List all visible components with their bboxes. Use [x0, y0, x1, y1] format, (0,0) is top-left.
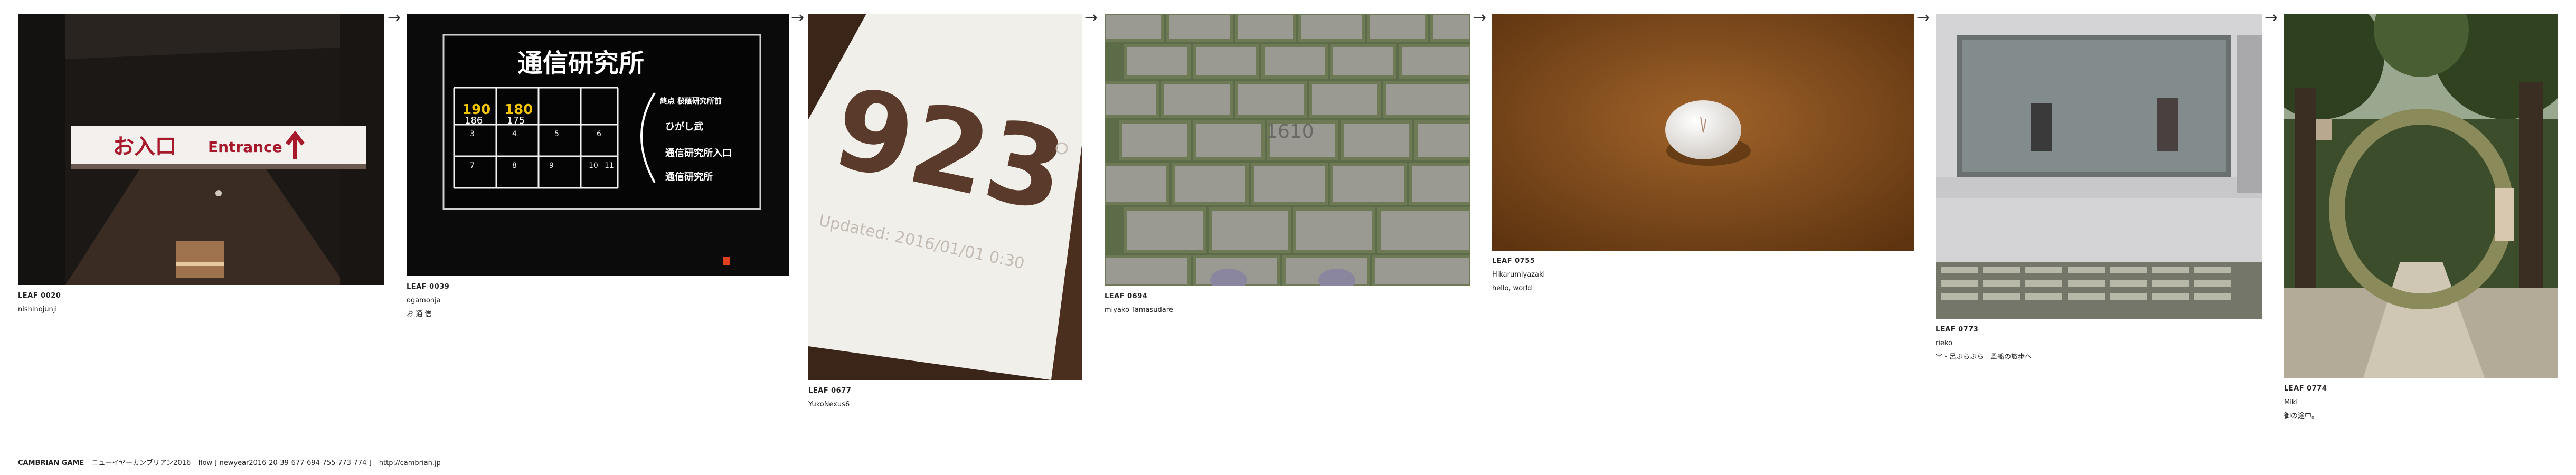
flow-arrow-icon: → — [791, 8, 805, 27]
leaf-author[interactable]: ogamonja — [407, 294, 449, 308]
flow-arrow-icon: → — [388, 8, 401, 27]
leaf-0039-time-4: 175 — [507, 115, 525, 126]
leaf-0039-station-3: 通信研究所入口 — [665, 147, 732, 159]
leaf-author[interactable]: YukoNexus6 — [808, 398, 851, 412]
leaf-message: お 通 信 — [407, 310, 432, 318]
leaf-author[interactable]: Hikarumiyazaki — [1492, 268, 1545, 282]
leaf-0039-board-title: 通信研究所 — [517, 49, 644, 78]
flow-arrow-icon: → — [1084, 8, 1098, 27]
leaf-id: LEAF 0677 — [808, 387, 852, 395]
leaf-id: LEAF 0694 — [1105, 292, 1148, 300]
footer: CAMBRIAN GAME ニューイヤーカンブリアン2016 flow [ ne… — [18, 457, 446, 467]
leaf-message: hello, world — [1492, 284, 1532, 292]
leaf-0039-station-4: 通信研究所 — [665, 171, 713, 183]
leaf-author[interactable]: nishinojunji — [18, 303, 61, 317]
leaf-0039-station-1: 終点 桜蔭研究所前 — [660, 97, 722, 106]
footer-flow: flow [ newyear2016-20-39-677-694-755-773… — [198, 459, 372, 467]
leaf-0694-photo[interactable]: 1610 — [1105, 14, 1470, 286]
leaf-0039-caption: LEAF 0039 ogamonja お 通 信 — [407, 280, 449, 321]
leaf-0039-num-5: 7 — [470, 162, 475, 170]
leaf-0039-num-7: 9 — [549, 162, 554, 170]
leaf-0773-photo[interactable] — [1936, 14, 2262, 319]
leaf-0755-caption: LEAF 0755 Hikarumiyazaki hello, world — [1492, 254, 1545, 296]
leaf-0039-station-2: ひがし武 — [665, 121, 703, 132]
leaf-author[interactable]: Miki — [2284, 396, 2327, 410]
leaf-author[interactable]: rieko — [1936, 337, 2032, 350]
leaf-0755-photo[interactable] — [1492, 14, 1914, 251]
leaf-0694-stone-number: 1610 — [1266, 121, 1314, 142]
leaf-0774-photo[interactable] — [2284, 14, 2558, 378]
leaf-0020-sign-en: Entrance — [208, 138, 282, 156]
leaf-0773-caption: LEAF 0773 rieko 字・呂ぶらぶら 風船の旅歩へ — [1936, 323, 2032, 364]
leaf-0039-num-6: 8 — [512, 162, 517, 170]
flow-arrow-icon: → — [1917, 8, 1930, 27]
leaf-0039-time-3: 186 — [465, 115, 483, 126]
flow-arrow-icon: → — [2264, 8, 2278, 27]
leaf-message: 字・呂ぶらぶら 風船の旅歩へ — [1936, 353, 2032, 361]
leaf-0020-caption: LEAF 0020 nishinojunji — [18, 289, 61, 317]
leaf-0039-num-1: 3 — [470, 130, 475, 138]
leaf-id: LEAF 0039 — [407, 283, 450, 291]
leaf-message: 御の途中。 — [2284, 412, 2319, 420]
leaf-id: LEAF 0774 — [2284, 385, 2327, 393]
leaf-author[interactable]: miyako Tamasudare — [1105, 303, 1173, 317]
leaf-0039-photo[interactable]: 通信研究所 190 180 186 175 3 4 5 6 7 8 9 10 1… — [407, 14, 789, 276]
leaf-0677-photo[interactable]: 923 Updated: 2016/01/01 0:30 — [808, 14, 1082, 380]
leaf-id: LEAF 0020 — [18, 292, 61, 300]
leaf-0677-caption: LEAF 0677 YukoNexus6 — [808, 384, 851, 412]
leaf-0694-caption: LEAF 0694 miyako Tamasudare — [1105, 290, 1173, 317]
footer-title[interactable]: CAMBRIAN GAME — [18, 459, 84, 467]
leaf-0774-caption: LEAF 0774 Miki 御の途中。 — [2284, 382, 2327, 423]
footer-url-link[interactable]: http://cambrian.jp — [379, 459, 441, 467]
leaf-0020-sign-jp: お入口 — [113, 135, 176, 159]
leaf-0039-num-2: 4 — [512, 130, 517, 138]
leaf-id: LEAF 0773 — [1936, 326, 1979, 334]
flow-arrow-icon: → — [1473, 8, 1487, 27]
leaf-0039-num-3: 5 — [554, 130, 559, 138]
leaf-0020-photo[interactable]: お入口 Entrance — [18, 14, 384, 285]
leaf-0039-num-4: 6 — [597, 130, 601, 138]
leaf-id: LEAF 0755 — [1492, 257, 1535, 265]
leaf-0039-num-8: 10 — [589, 162, 598, 170]
footer-subtitle: ニューイヤーカンブリアン2016 — [91, 459, 191, 467]
leaf-0039-num-9: 11 — [605, 162, 614, 170]
